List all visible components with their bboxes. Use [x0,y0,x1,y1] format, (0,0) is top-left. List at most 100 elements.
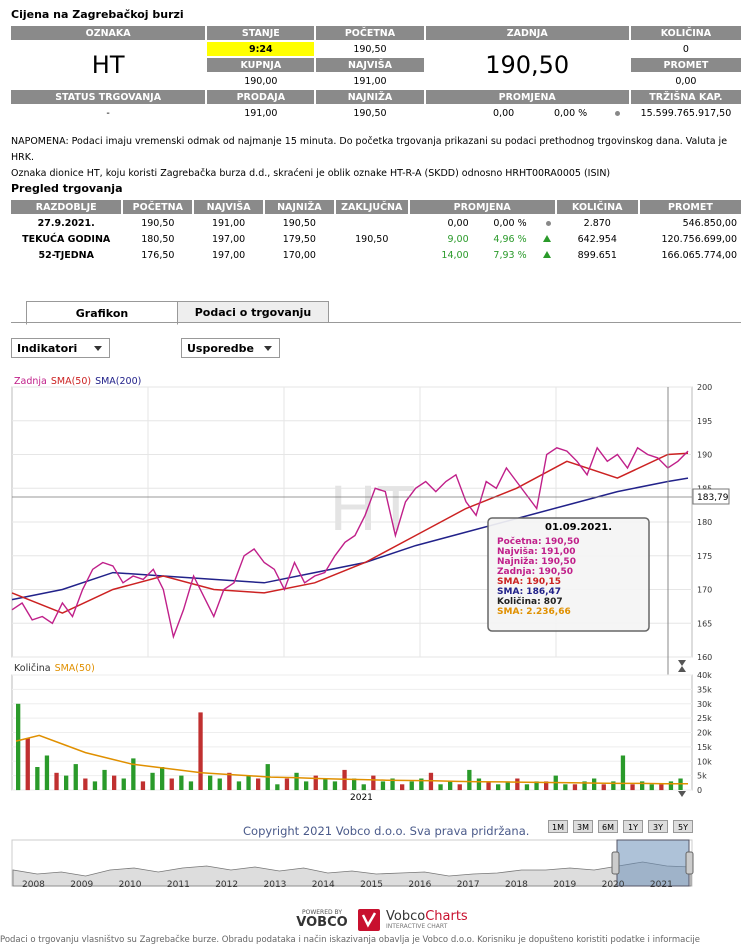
navigator-year-label: 2019 [553,880,576,890]
range-1y-button[interactable]: 1Y [623,820,643,833]
usporedbe-dropdown[interactable]: Usporedbe [181,338,280,358]
crosshair-label: 183,79 [697,493,729,503]
scroll-down-icon[interactable] [678,660,686,666]
navigator-year-label: 2018 [505,880,528,890]
tooltip-line: Najniža: 190,50 [497,557,576,567]
unchanged-dot-icon [545,220,551,226]
scroll-up-icon[interactable] [678,666,686,672]
table-row: 27.9.2021. 190,50 191,00 190,50 190,50 0… [11,216,741,245]
volume-bar [457,784,462,791]
up-arrow-icon [542,234,551,242]
tooltip-date: 01.09.2021. [545,522,612,533]
overview-table: RAZDOBLJE POČETNA NAJVIŠA NAJNIŽA ZAKLJU… [9,198,743,264]
volume-bar [16,703,21,791]
volume-bar [400,784,405,791]
range-1m-button[interactable]: 1M [548,820,568,833]
promet-header: PROMET [630,58,741,72]
ticker-symbol: HT [11,42,206,88]
volume-axis: 40k 35k 30k 25k 20k 15k 10k 5k 0 [697,671,712,795]
volume-tick-label: 15k [697,743,712,752]
tooltip-line: Najviša: 191,00 [497,546,576,557]
volume-tick-label: 5k [697,772,707,781]
volume-bar [438,784,443,791]
tooltip-line: SMA: 190,15 [497,577,561,587]
navigator-left-handle[interactable] [611,851,620,875]
navigator-right-handle[interactable] [685,851,694,875]
volume-tick-label: 0 [697,786,702,795]
volume-bar [198,712,203,790]
range-3y-button[interactable]: 3Y [648,820,668,833]
range-5y-button[interactable]: 5Y [673,820,693,833]
price-tick-label: 195 [697,417,712,426]
najniza-value: 190,50 [316,106,424,120]
oznaka-header: OZNAKA [11,26,206,40]
up-arrow-icon [542,250,551,258]
trzisna-header: TRŽIŠNA KAP. [630,90,741,104]
navigator-year-label: 2021 [650,880,673,890]
volume-bar [284,778,290,790]
volume-bar [332,781,338,790]
volume-bar [44,755,50,790]
volume-bar [121,778,126,790]
range-3m-button[interactable]: 3M [573,820,593,833]
volume-bar [236,781,242,790]
volume-bar [160,767,165,790]
volume-bar [102,769,107,790]
overview-title: Pregled trgovanja [11,182,123,195]
volume-bar [409,781,414,790]
promet-value: 0,00 [630,74,741,88]
tab-podaci-o-trgovanju[interactable]: Podaci o trgovanju [177,301,329,323]
volume-bar [217,778,222,790]
volume-bar [246,775,251,790]
volume-bar [150,772,155,791]
col-kolicina: KOLIČINA [556,200,638,214]
stanje-header: STANJE [207,26,315,40]
najvisa-header: NAJVIŠA [316,58,424,72]
vobcocharts-logo-icon [358,909,380,931]
volume-bar [361,784,366,791]
navigator-year-label: 2016 [408,880,431,890]
volume-bar [294,772,299,791]
note: NAPOMENA: Podaci imaju vremenski odmak o… [11,134,741,182]
scroll-down-icon[interactable] [678,791,686,797]
volume-bar [275,784,280,791]
chevron-down-icon [94,346,102,351]
col-pocetna: POČETNA [123,200,193,214]
col-najniza: NAJNIŽA [264,200,334,214]
navigator-year-label: 2015 [360,880,383,890]
volume-bar [467,769,472,790]
volume-bar [73,764,78,790]
col-najvisa: NAJVIŠA [194,200,263,214]
volume-tick-label: 35k [697,685,712,694]
quote-table: OZNAKA STANJE POČETNA ZADNJA KOLIČINA HT… [9,24,743,122]
volume-x-label: 2021 [350,793,373,803]
volume-bar [486,781,491,790]
volume-bar [668,781,674,790]
volume-bar [630,784,635,791]
note-line-2: Oznaka dionice HT, koju koristi Zagrebač… [11,168,611,179]
tooltip-line: SMA: 186,47 [497,587,561,597]
volume-bar [496,784,501,791]
price-tick-label: 170 [697,586,712,595]
volume-bar [179,775,184,790]
volume-bar [140,781,146,790]
price-tick-label: 160 [697,653,712,662]
tooltip-line: Zadnja: 190,50 [497,567,573,577]
page-title: Cijena na Zagrebačkoj burzi [11,8,184,21]
najniza-header: NAJNIŽA [316,90,424,104]
volume-legend: Količina SMA(50) [14,663,95,674]
price-tick-label: 200 [697,383,712,392]
volume-bar [515,778,520,790]
range-6m-button[interactable]: 6M [598,820,618,833]
volume-bar [25,738,30,791]
indikatori-dropdown[interactable]: Indikatori [11,338,110,358]
volume-bar [54,772,59,791]
price-tick-label: 190 [697,451,712,460]
price-tick-label: 175 [697,552,712,561]
najvisa-value: 191,00 [316,74,424,88]
status-header: STATUS TRGOVANJA [11,90,206,104]
price-tick-label: 180 [697,518,712,527]
volume-tick-label: 10k [697,757,712,766]
kolicina-header: KOLIČINA [630,26,741,40]
navigator-year-label: 2011 [167,880,190,890]
